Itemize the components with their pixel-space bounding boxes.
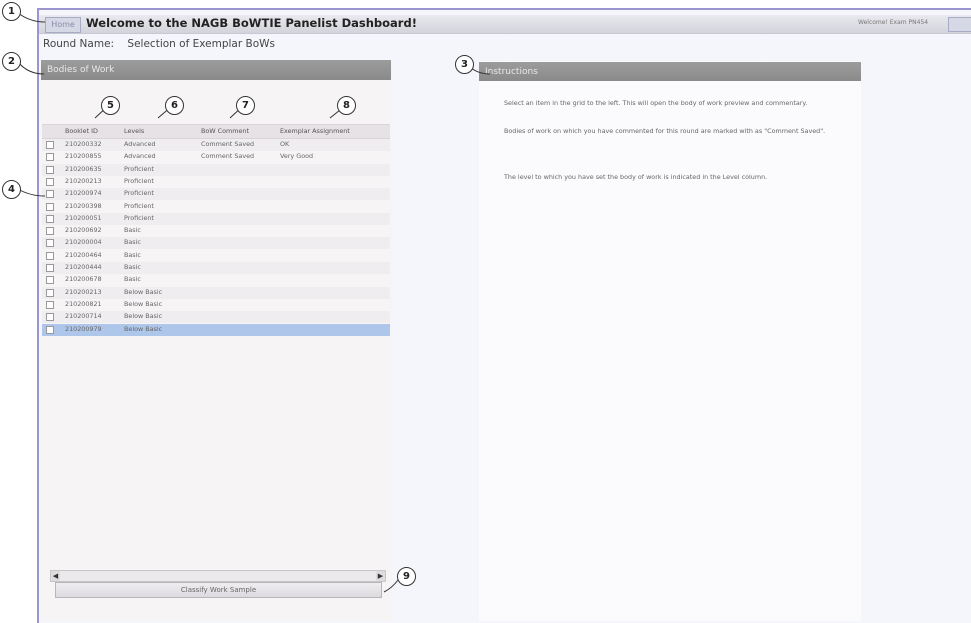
callout-6: 6 xyxy=(165,96,184,115)
callout-5: 5 xyxy=(101,96,120,115)
callout-1: 1 xyxy=(2,2,21,21)
callout-9: 9 xyxy=(397,567,416,586)
callout-7: 7 xyxy=(236,96,255,115)
callout-4: 4 xyxy=(2,180,21,199)
callout-lines xyxy=(17,12,491,593)
callout-8: 8 xyxy=(337,96,356,115)
callout-3: 3 xyxy=(455,55,474,74)
callout-2: 2 xyxy=(2,52,21,71)
